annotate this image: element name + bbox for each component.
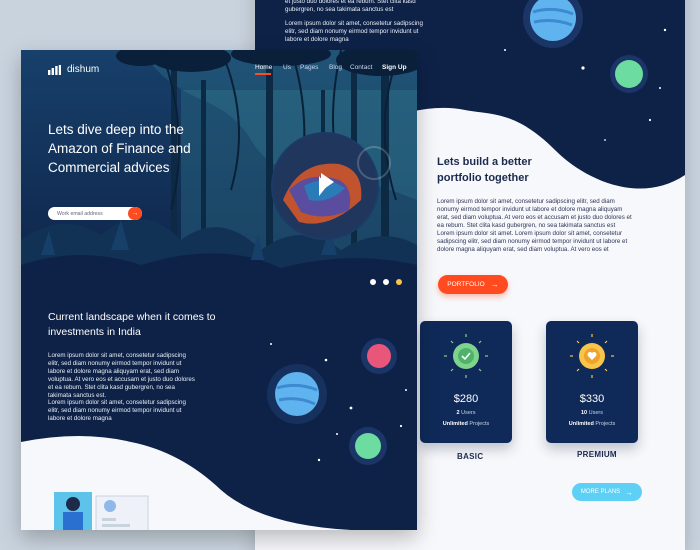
nav-us[interactable]: Us bbox=[283, 64, 291, 71]
badge-check-icon bbox=[444, 334, 488, 378]
arrow-right-icon: → bbox=[490, 280, 499, 289]
badge-heart-icon bbox=[570, 334, 614, 378]
plan-name-premium: PREMIUM bbox=[577, 450, 617, 459]
front-page: dishum Home Us Pages Blog Contact Sign U… bbox=[21, 50, 417, 530]
more-plans-label: MORE PLANS bbox=[580, 489, 621, 495]
pricing-card-basic[interactable]: $280 2 Users Unlimited Projects bbox=[420, 321, 512, 443]
slider-dot-2[interactable] bbox=[383, 279, 389, 285]
logo[interactable]: dishum bbox=[48, 64, 99, 75]
logo-text: dishum bbox=[67, 64, 100, 75]
users-label-premium: Users bbox=[588, 410, 604, 416]
bar-chart-logo-icon bbox=[48, 64, 61, 75]
slider-dot-3[interactable] bbox=[396, 279, 402, 285]
price-premium: $330 bbox=[579, 393, 605, 405]
slider-dot-1[interactable] bbox=[370, 279, 376, 285]
nav-blog[interactable]: Blog bbox=[329, 64, 342, 71]
more-plans-button[interactable]: MORE PLANS → bbox=[572, 483, 642, 501]
projects-count-basic: Unlimited bbox=[442, 421, 468, 427]
users-label-basic: Users bbox=[461, 410, 476, 416]
portfolio-heading: Lets build a better portfolio together bbox=[437, 156, 532, 184]
users-count-premium: 10 bbox=[580, 410, 588, 416]
section-paragraph-2: Lorem ipsum dolor sit amet, consetetur s… bbox=[48, 399, 186, 422]
nav-home[interactable]: Home bbox=[255, 64, 272, 71]
plan-name-basic: BASIC bbox=[457, 452, 484, 461]
section-title: Current landscape when it comes to inves… bbox=[48, 311, 216, 338]
price-basic: $280 bbox=[453, 393, 479, 405]
hero-title: Lets dive deep into the Amazon of Financ… bbox=[48, 122, 191, 175]
projects-label-basic: Projects bbox=[469, 421, 490, 427]
arrow-right-icon: → bbox=[131, 210, 139, 217]
email-submit-button[interactable]: → bbox=[128, 207, 142, 220]
planet-green bbox=[615, 60, 643, 88]
planet-blue-front bbox=[275, 372, 319, 416]
planet-pink bbox=[367, 344, 391, 368]
portfolio-button-label: PORTFOLIO bbox=[447, 281, 485, 288]
portfolio-button[interactable]: PORTFOLIO → bbox=[438, 275, 508, 294]
back-top-lorem-1: et justo duo dolores et ea rebum. Stet c… bbox=[285, 0, 416, 13]
projects-count-premium: Unlimited bbox=[568, 421, 594, 427]
signup-link[interactable]: Sign Up bbox=[382, 64, 407, 71]
email-input[interactable]: Work email address bbox=[57, 211, 103, 217]
users-count-basic: 2 bbox=[456, 410, 460, 416]
play-icon[interactable] bbox=[321, 173, 334, 191]
nav-contact[interactable]: Contact bbox=[350, 64, 372, 71]
person-illustration bbox=[54, 492, 149, 530]
back-top-lorem-2: Lorem ipsum dolor sit amet, consetetur s… bbox=[285, 20, 423, 43]
portfolio-paragraph: Lorem ipsum dolor sit amet, consetetur s… bbox=[437, 198, 632, 253]
section-paragraph-1: Lorem ipsum dolor sit amet, consetetur s… bbox=[48, 352, 195, 399]
projects-label-premium: Projects bbox=[595, 421, 616, 427]
pricing-card-premium[interactable]: $330 10 Users Unlimited Projects bbox=[546, 321, 638, 443]
nav-active-indicator bbox=[255, 73, 271, 75]
arrow-right-icon: → bbox=[625, 487, 634, 497]
decorative-ring bbox=[357, 146, 391, 180]
nav-pages[interactable]: Pages bbox=[300, 64, 318, 71]
